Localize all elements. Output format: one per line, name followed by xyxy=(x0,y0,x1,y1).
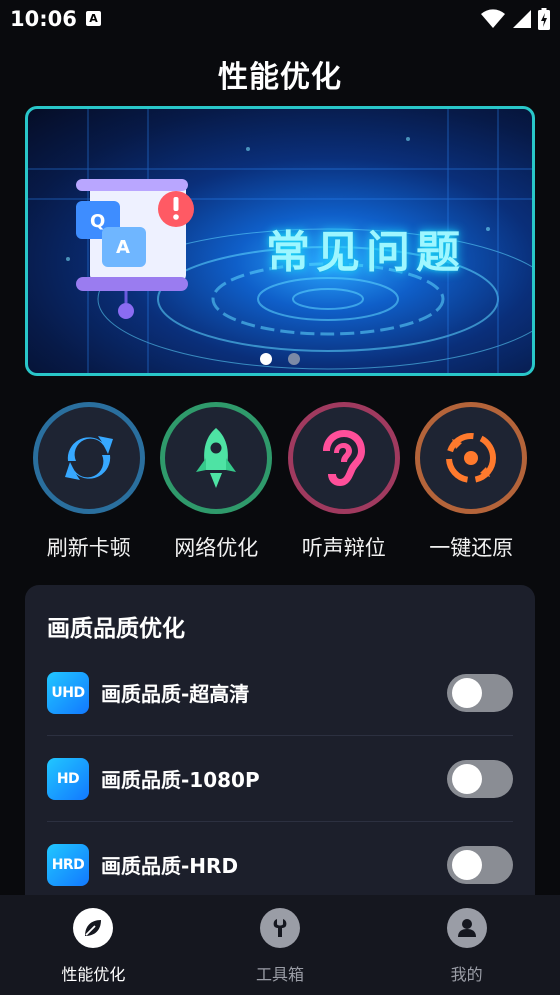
refresh-lag-label: 刷新卡顿 xyxy=(46,536,131,560)
hrd-toggle[interactable] xyxy=(447,846,513,884)
faq-banner[interactable]: Q A 常见问题 xyxy=(25,106,535,376)
notification-icon: A xyxy=(86,11,101,26)
setting-label-uhd: 画质品质-超高清 xyxy=(101,682,250,706)
nav-label-toolbox: 工具箱 xyxy=(256,965,305,984)
divider xyxy=(47,735,513,736)
restore-circle xyxy=(415,402,528,514)
rocket-icon xyxy=(196,428,237,488)
network-optimize-button[interactable]: 网络优化 xyxy=(153,402,281,562)
svg-text:Q: Q xyxy=(90,211,105,232)
quality-settings-card: 画质品质优化 UHD 画质品质-超高清 HD 画质品质-1080P HRD 画质… xyxy=(25,585,535,915)
refresh-circle xyxy=(32,402,145,514)
setting-label-hd: 画质品质-1080P xyxy=(101,768,260,792)
leaf-icon xyxy=(73,908,114,948)
one-key-restore-button[interactable]: 一键还原 xyxy=(408,402,536,562)
uhd-toggle[interactable] xyxy=(447,674,513,712)
one-key-restore-label: 一键还原 xyxy=(429,536,514,560)
banner-headline: 常见问题 xyxy=(266,227,466,278)
network-optimize-label: 网络优化 xyxy=(174,536,259,560)
battery-charging-icon xyxy=(538,8,550,30)
qa-chat-icon: Q A xyxy=(76,179,194,319)
sound-circle xyxy=(287,402,400,514)
refresh-icon xyxy=(64,436,113,480)
hd-badge-icon: HD xyxy=(47,758,89,800)
restore-icon xyxy=(446,433,497,483)
nav-label-performance: 性能优化 xyxy=(61,965,126,984)
carousel-dot-1[interactable] xyxy=(260,353,272,365)
uhd-badge-icon: UHD xyxy=(47,672,89,714)
wrench-icon xyxy=(260,908,300,948)
carousel-dot-2[interactable] xyxy=(288,353,300,365)
nav-item-mine[interactable]: 我的 xyxy=(373,895,560,995)
hd-toggle[interactable] xyxy=(447,760,513,798)
quick-actions: 刷新卡顿 网络优化 听声辩位 一键还原 xyxy=(25,402,535,562)
page-title: 性能优化 xyxy=(218,60,342,95)
carousel-indicator xyxy=(28,353,532,365)
setting-label-hrd: 画质品质-HRD xyxy=(101,854,239,878)
wifi-icon xyxy=(481,9,505,28)
sound-position-label: 听声辩位 xyxy=(301,536,386,560)
divider xyxy=(47,821,513,822)
user-icon xyxy=(446,908,487,948)
svg-text:A: A xyxy=(116,237,130,258)
hrd-badge-icon: HRD xyxy=(47,844,89,886)
nav-item-performance[interactable]: 性能优化 xyxy=(0,895,187,995)
status-time: 10:06 xyxy=(10,7,77,31)
ear-icon xyxy=(322,430,365,486)
refresh-lag-button[interactable]: 刷新卡顿 xyxy=(25,402,153,562)
network-circle xyxy=(160,402,273,514)
setting-row-uhd: UHD 画质品质-超高清 xyxy=(47,672,513,758)
status-bar: 10:06 A xyxy=(0,0,560,40)
sound-position-button[interactable]: 听声辩位 xyxy=(280,402,408,562)
signal-icon xyxy=(513,10,531,28)
setting-row-hd: HD 画质品质-1080P xyxy=(47,758,513,844)
bottom-nav: 性能优化 工具箱 我的 xyxy=(0,895,560,995)
nav-item-toolbox[interactable]: 工具箱 xyxy=(187,895,374,995)
card-title: 画质品质优化 xyxy=(47,616,185,642)
nav-label-mine: 我的 xyxy=(450,965,483,984)
